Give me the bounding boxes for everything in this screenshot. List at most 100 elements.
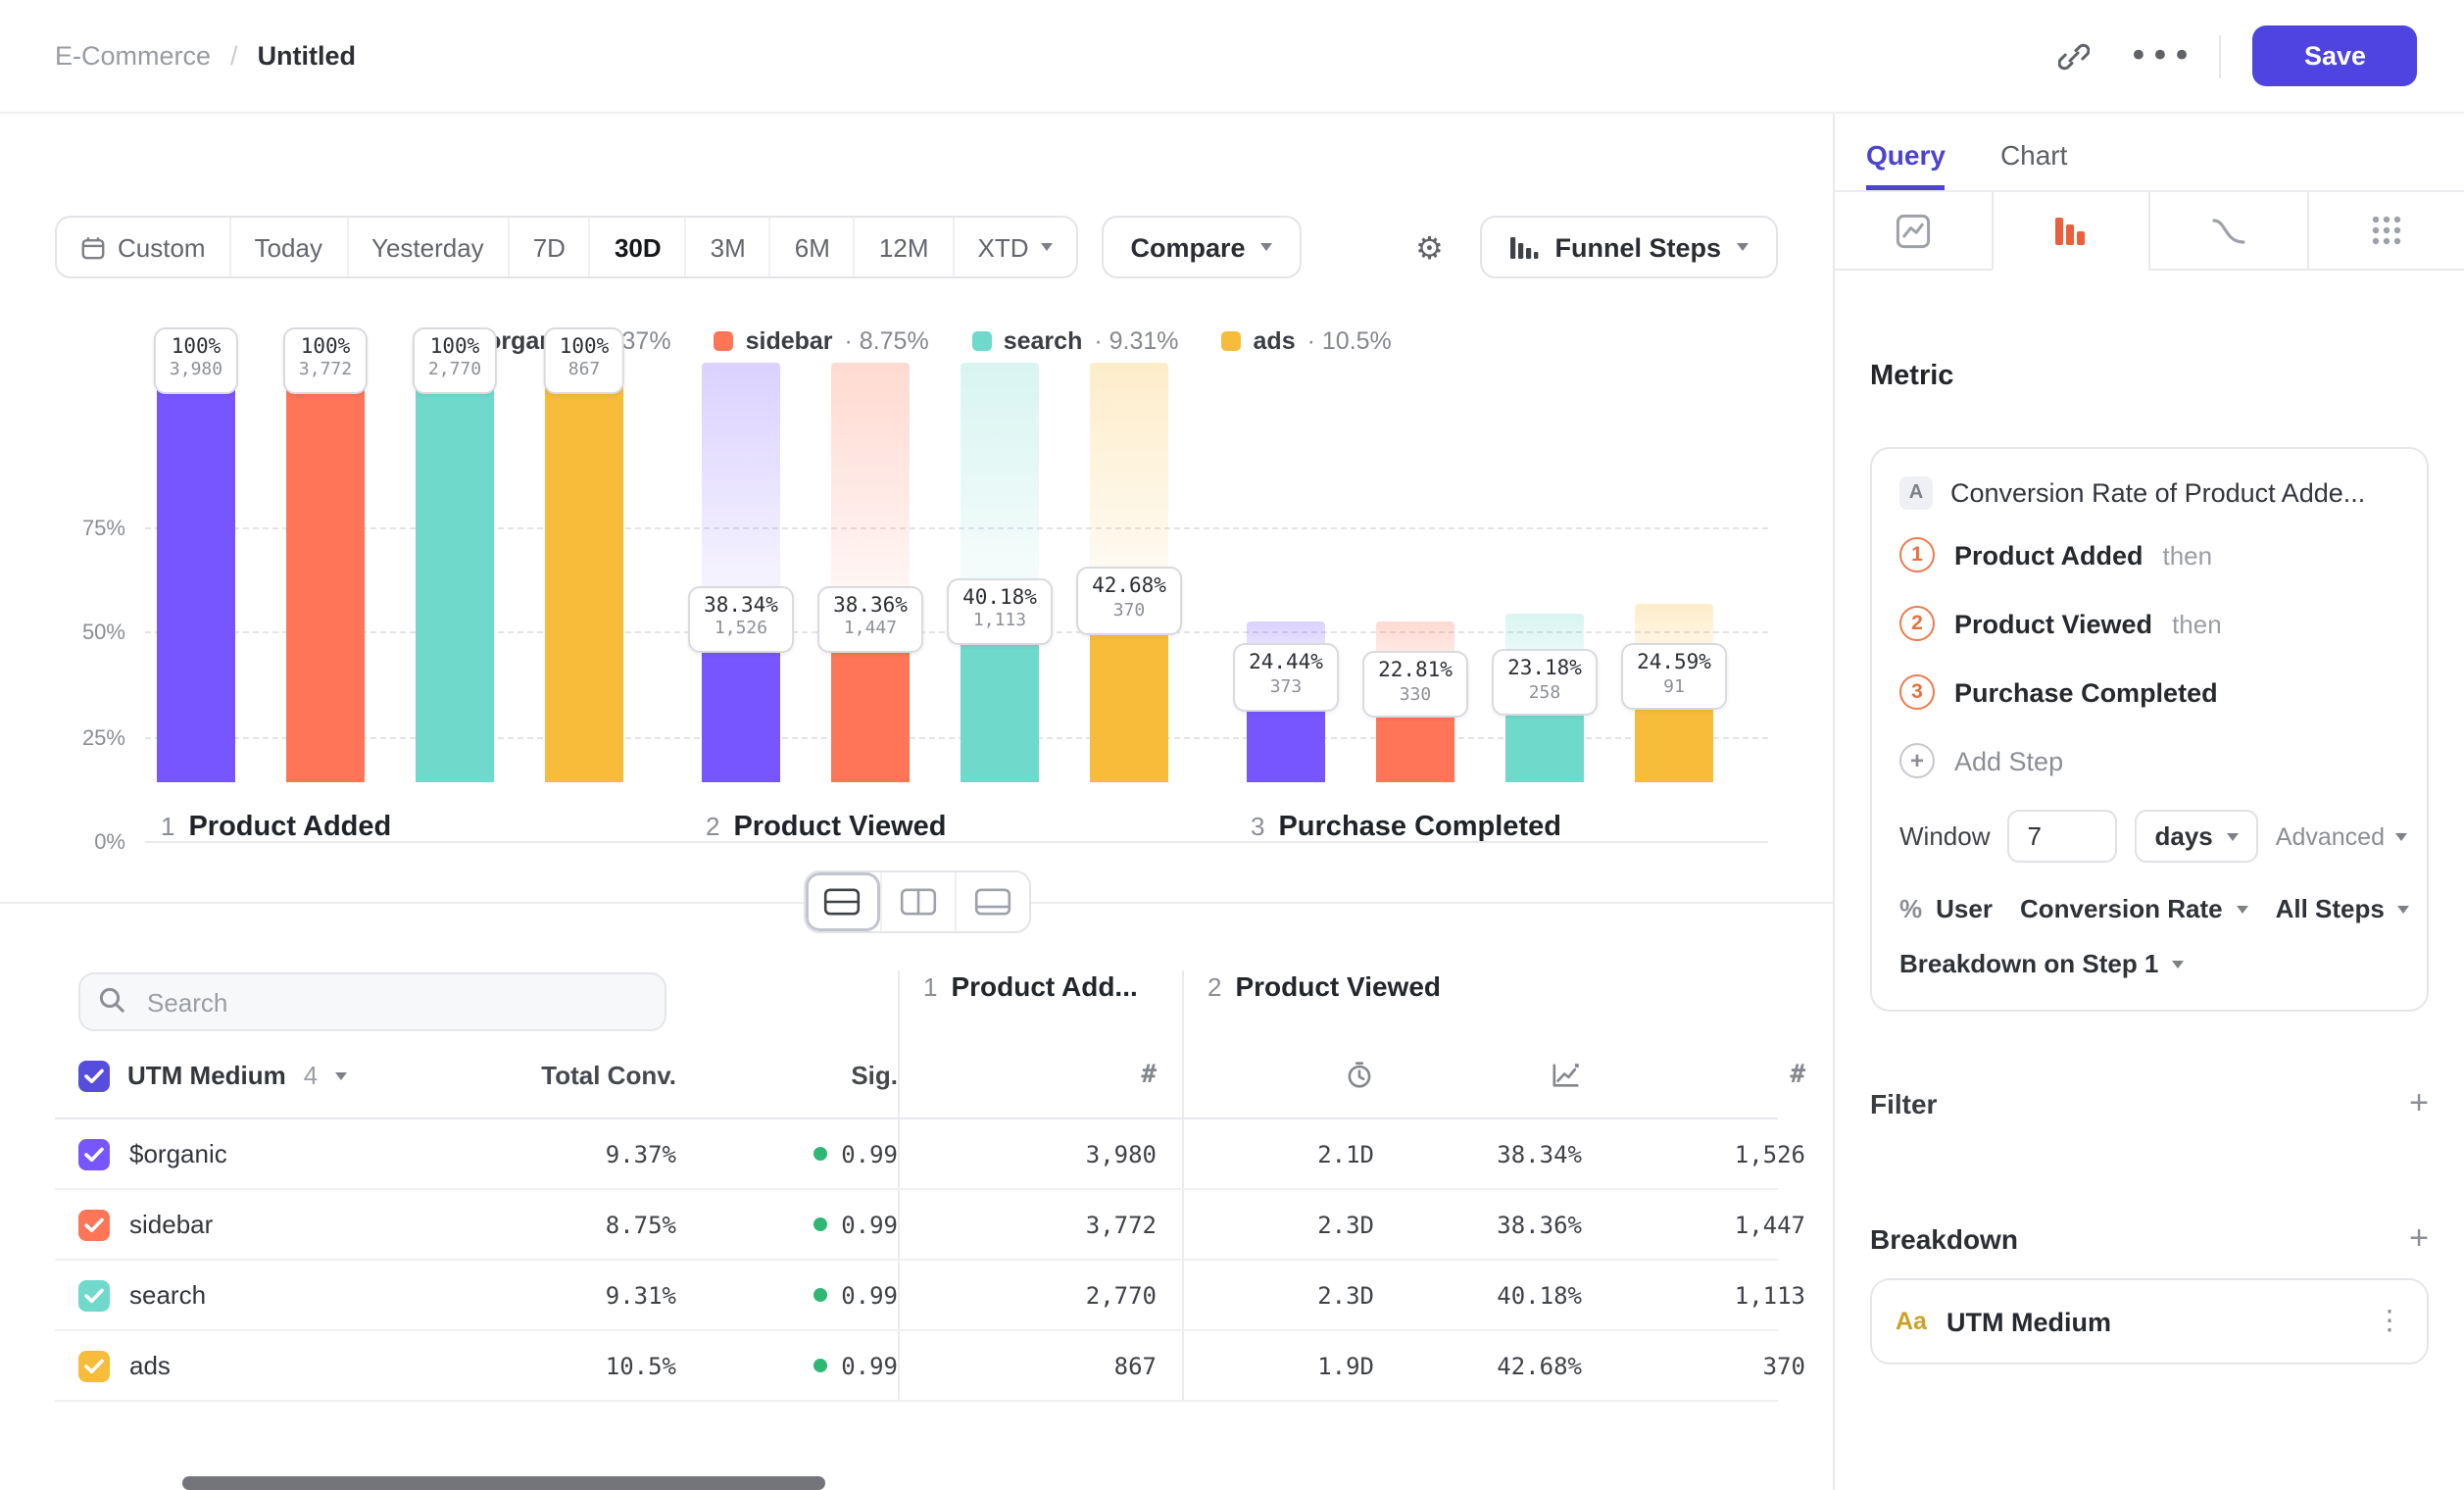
view-bottom-panel-button[interactable]	[954, 872, 1028, 931]
breakdown-heading: Breakdown	[1870, 1222, 2018, 1254]
table-row[interactable]: ads10.5%0.998671.9D42.68%370	[55, 1331, 1778, 1402]
funnel-step-group-3: 24.44%373 22.81%330 23.18%258 24.59%91 3 Pu…	[1247, 363, 1713, 843]
save-button[interactable]: Save	[2253, 25, 2417, 86]
table-row[interactable]: sidebar8.75%0.993,7722.3D38.36%1,447	[55, 1190, 1778, 1261]
funnel-bar[interactable]: 38.36%1,447	[831, 363, 910, 782]
add-filter-button[interactable]: +	[2409, 1086, 2429, 1119]
share-link-button[interactable]	[2047, 28, 2102, 83]
funnel-bar[interactable]: 23.18%258	[1505, 363, 1584, 782]
horizontal-scrollbar-thumb[interactable]	[182, 1476, 825, 1490]
chevron-down-icon	[2227, 832, 2239, 840]
breadcrumb-separator: /	[230, 41, 238, 71]
chart-settings-button[interactable]: ⚙	[1402, 220, 1456, 274]
row-checkbox[interactable]	[78, 1138, 110, 1169]
kebab-menu-icon[interactable]: ⋮	[2376, 1306, 2403, 1337]
funnel-bar[interactable]: 40.18%1,113	[961, 363, 1039, 782]
total-conv-cell: 10.5%	[470, 1331, 676, 1400]
funnels-icon	[2053, 215, 2089, 246]
funnel-step-row-2[interactable]: 2 Product Viewed then	[1899, 600, 2399, 647]
bar-value-label: 22.81%330	[1362, 651, 1468, 719]
bar-value-label: 40.18%1,113	[947, 577, 1053, 645]
check-icon	[84, 1068, 104, 1083]
step-axis-label: 1 Product Added	[157, 812, 623, 843]
legend-item[interactable]: sidebar· 8.75%	[715, 327, 929, 355]
funnel-bar[interactable]: 24.44%373	[1247, 363, 1325, 782]
step-axis-label: 2 Product Viewed	[702, 812, 1168, 843]
search-input[interactable]	[78, 972, 666, 1031]
window-unit-select[interactable]: days	[2136, 810, 2258, 863]
funnel-step-row-3[interactable]: 3 Purchase Completed	[1899, 669, 2399, 716]
range-3m[interactable]: 3M	[685, 218, 769, 276]
breakdown-column-header[interactable]: UTM Medium 4	[55, 1033, 470, 1118]
range-12m[interactable]: 12M	[854, 218, 953, 276]
sig-cell: 0.99	[676, 1190, 898, 1259]
measure-scope-select[interactable]: All Steps	[2276, 894, 2385, 923]
step1-count-header[interactable]: #	[898, 1033, 1182, 1118]
chevron-down-icon	[1261, 243, 1273, 251]
funnel-bar[interactable]: 100%3,772	[286, 363, 365, 782]
funnel-bar[interactable]: 100%2,770	[416, 363, 494, 782]
tab-query[interactable]: Query	[1866, 139, 1946, 190]
advanced-toggle[interactable]: Advanced	[2276, 822, 2406, 850]
bar-percent: 42.68%	[1092, 575, 1166, 602]
step2-rate-cell: 40.18%	[1374, 1261, 1582, 1329]
row-checkbox[interactable]	[78, 1209, 110, 1240]
funnel-bar[interactable]: 38.34%1,526	[702, 363, 780, 782]
range-today[interactable]: Today	[229, 218, 346, 276]
step2-count-header[interactable]: #	[1582, 1033, 1805, 1118]
view-split-horizontal-button[interactable]	[805, 872, 879, 931]
metric-title-row[interactable]: A Conversion Rate of Product Adde...	[1899, 476, 2399, 510]
legend-item[interactable]: ads· 10.5%	[1222, 327, 1392, 355]
funnel-step-group-2: 38.34%1,526 38.36%1,447 40.18%1,113 42.68%3…	[702, 363, 1168, 843]
compare-button[interactable]: Compare	[1102, 216, 1303, 278]
filter-section: Filter +	[1870, 1086, 2429, 1119]
view-split-vertical-button[interactable]	[879, 872, 954, 931]
funnel-bar[interactable]: 100%3,980	[157, 363, 235, 782]
range-6m[interactable]: 6M	[769, 218, 854, 276]
funnel-bar[interactable]: 100%867	[545, 363, 623, 782]
breakdown-on-row[interactable]: Breakdown on Step 1	[1899, 949, 2399, 978]
select-all-checkbox[interactable]	[78, 1060, 110, 1091]
tab-retention[interactable]	[2148, 192, 2306, 271]
add-step-row[interactable]: + Add Step	[1899, 737, 2399, 784]
step2-rate-header[interactable]	[1374, 1033, 1582, 1118]
add-breakdown-button[interactable]: +	[2409, 1221, 2429, 1255]
range-yesterday[interactable]: Yesterday	[346, 218, 508, 276]
tab-flows[interactable]	[2306, 192, 2464, 271]
tab-chart[interactable]: Chart	[2000, 139, 2067, 190]
range-xtd[interactable]: XTD	[953, 218, 1076, 276]
funnel-bar[interactable]: 24.59%91	[1635, 363, 1713, 782]
step-axis-label: 3 Purchase Completed	[1247, 812, 1713, 843]
table-row[interactable]: $organic9.37%0.993,9802.1D38.34%1,526	[55, 1119, 1778, 1190]
step2-time-header[interactable]	[1182, 1033, 1374, 1118]
breadcrumb-root[interactable]: E-Commerce	[55, 41, 211, 71]
table-row[interactable]: search9.31%0.992,7702.3D40.18%1,113	[55, 1261, 1778, 1331]
bar-percent: 22.81%	[1378, 659, 1453, 685]
window-value-input[interactable]	[2008, 810, 2118, 863]
range-custom[interactable]: Custom	[57, 218, 229, 276]
row-checkbox[interactable]	[78, 1279, 110, 1311]
breadcrumb-current[interactable]: Untitled	[258, 41, 357, 71]
funnel-bar[interactable]: 22.81%330	[1376, 363, 1454, 782]
measure-entity[interactable]: User	[1936, 894, 1993, 923]
range-30d[interactable]: 30D	[589, 218, 685, 276]
sig-header[interactable]: Sig.	[676, 1033, 898, 1118]
breakdown-item-card[interactable]: Aa UTM Medium ⋮	[1870, 1278, 2429, 1365]
funnel-step-row-1[interactable]: 1 Product Added then	[1899, 531, 2399, 578]
bar-percent: 23.18%	[1507, 657, 1582, 683]
total-conv-header[interactable]: Total Conv.	[470, 1033, 676, 1118]
link-icon	[2059, 40, 2091, 72]
metric-badge: A	[1899, 476, 1933, 510]
tab-funnels[interactable]	[1991, 192, 2148, 271]
measure-type-select[interactable]: Conversion Rate	[2020, 894, 2223, 923]
metric-card: A Conversion Rate of Product Adde... 1 P…	[1870, 447, 2429, 1012]
tab-insights[interactable]	[1835, 192, 1991, 271]
bar-count: 1,447	[833, 620, 908, 642]
chart-type-button[interactable]: Funnel Steps	[1480, 216, 1778, 278]
legend-item[interactable]: search· 9.31%	[972, 327, 1179, 355]
legend-swatch	[715, 331, 734, 351]
row-checkbox[interactable]	[78, 1350, 110, 1381]
funnel-bar[interactable]: 42.68%370	[1090, 363, 1168, 782]
range-7d[interactable]: 7D	[508, 218, 589, 276]
more-options-button[interactable]: •••	[2134, 28, 2189, 83]
